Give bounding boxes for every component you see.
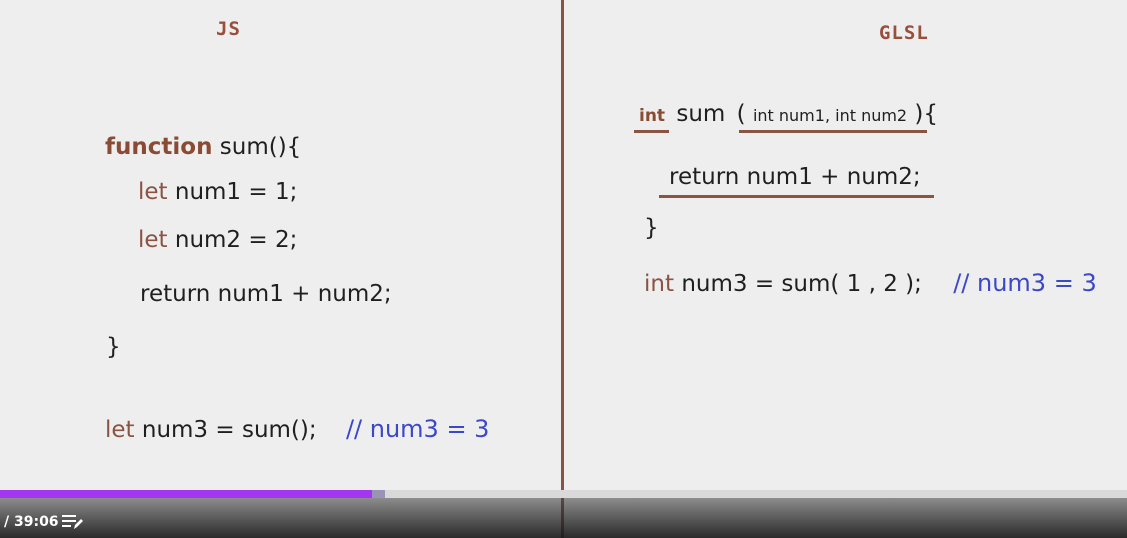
glsl-open-paren: ( — [736, 101, 746, 127]
video-frame[interactable]: JS function sum(){ let num1 = 1; let num… — [0, 0, 1127, 538]
notes-icon[interactable] — [62, 514, 84, 530]
js-call-line: let num3 = sum(); // num3 = 3 — [105, 415, 489, 443]
glsl-call-keyword: int — [644, 271, 674, 297]
glsl-params: int num1, int num2 — [752, 106, 908, 125]
js-call-rest: num3 = sum(); — [141, 417, 317, 443]
js-function-keyword: function — [105, 134, 213, 160]
js-heading: JS — [216, 18, 241, 40]
glsl-heading: GLSL — [879, 22, 929, 44]
player-controls: / 39:06 — [0, 498, 1127, 538]
glsl-call-rest: num3 = sum( 1 , 2 ); — [681, 271, 922, 297]
return-underline — [659, 195, 934, 198]
js-function-line: function sum(){ — [105, 134, 301, 160]
js-return-line: return num1 + num2; — [140, 281, 392, 307]
js-function-name: sum(){ — [219, 134, 302, 160]
return-type-underline — [634, 130, 669, 133]
js-let1-keyword: let — [138, 179, 168, 205]
glsl-return-type: int — [639, 106, 666, 126]
js-let2-keyword: let — [138, 227, 168, 253]
column-divider — [561, 0, 564, 538]
js-comment: // num3 = 3 — [345, 415, 490, 443]
js-let1-rest: num1 = 1; — [174, 179, 298, 205]
glsl-close-brace: } — [644, 215, 659, 241]
progress-bar[interactable] — [0, 490, 1127, 498]
glsl-function-name: sum — [676, 101, 726, 127]
js-close-brace: } — [106, 334, 121, 360]
params-underline — [739, 130, 927, 133]
glsl-comment: // num3 = 3 — [953, 269, 1097, 297]
glsl-call-line: int num3 = sum( 1 , 2 ); // num3 = 3 — [644, 269, 1097, 297]
progress-played — [0, 490, 372, 498]
glsl-close-paren: ){ — [914, 101, 939, 127]
js-call-keyword: let — [105, 417, 135, 443]
js-let2-rest: num2 = 2; — [174, 227, 298, 253]
js-let1-line: let num1 = 1; — [138, 179, 297, 205]
js-let2-line: let num2 = 2; — [138, 227, 297, 253]
glsl-return-line: return num1 + num2; — [669, 164, 921, 190]
time-display: / 39:06 — [4, 514, 59, 530]
glsl-signature-line: int sum ( int num1, int num2 ){ — [639, 101, 938, 127]
